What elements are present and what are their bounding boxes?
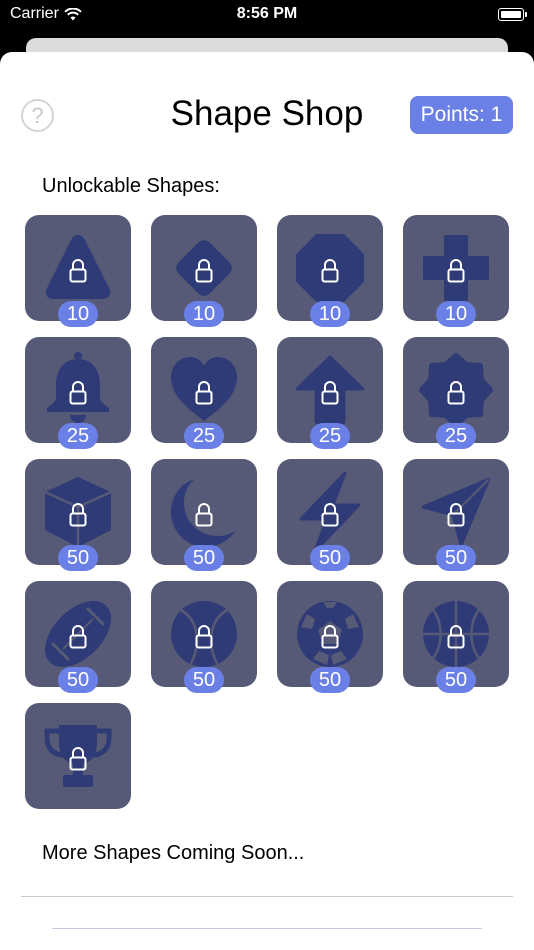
shape-tile-triangle[interactable]: 10: [25, 215, 131, 327]
price-badge: 25: [58, 423, 98, 449]
price-badge: 25: [436, 423, 476, 449]
clock: 8:56 PM: [236, 5, 298, 22]
price-badge: 25: [310, 423, 350, 449]
shape-tile-bell[interactable]: 25: [25, 337, 131, 449]
price-badge: 50: [436, 667, 476, 693]
battery-icon: [498, 8, 527, 21]
lock-icon: [195, 503, 213, 527]
shape-tile-cube[interactable]: 50: [25, 459, 131, 571]
shape-tile-octagon[interactable]: 10: [277, 215, 383, 327]
price-badge: 50: [58, 545, 98, 571]
section-heading: Unlockable Shapes:: [42, 175, 220, 197]
shape-tile-arrow-up[interactable]: 25: [277, 337, 383, 449]
points-badge: Points: 1: [410, 96, 513, 134]
coming-soon-text: More Shapes Coming Soon...: [42, 842, 305, 864]
shape-tile-heart[interactable]: 25: [151, 337, 257, 449]
shape-tile-trophy[interactable]: [25, 703, 131, 809]
status-bar: Carrier 8:56 PM: [0, 0, 534, 30]
shape-tile-soccer-ball[interactable]: 50: [277, 581, 383, 693]
shape-tile-bolt[interactable]: 50: [277, 459, 383, 571]
divider: [52, 928, 482, 929]
price-badge: 50: [58, 667, 98, 693]
price-badge: 50: [310, 667, 350, 693]
shape-tile-moon[interactable]: 50: [151, 459, 257, 571]
shape-grid: 10 10 10 10 25 25 25 25 50 50 50 50 50 5…: [25, 215, 509, 809]
shape-tile-diamond[interactable]: 10: [151, 215, 257, 327]
shape-tile-football[interactable]: 50: [25, 581, 131, 693]
price-badge: 10: [310, 301, 350, 327]
shape-tile-seal[interactable]: 25: [403, 337, 509, 449]
divider: [21, 896, 513, 897]
price-badge: 50: [184, 545, 224, 571]
trophy-icon: [44, 725, 112, 787]
price-badge: 10: [184, 301, 224, 327]
shape-tile-basketball[interactable]: 50: [403, 581, 509, 693]
price-badge: 50: [436, 545, 476, 571]
shape-tile-paperplane[interactable]: 50: [403, 459, 509, 571]
shape-tile-cross[interactable]: 10: [403, 215, 509, 327]
price-badge: 10: [436, 301, 476, 327]
price-badge: 25: [184, 423, 224, 449]
price-badge: 50: [184, 667, 224, 693]
price-badge: 50: [310, 545, 350, 571]
price-badge: 10: [58, 301, 98, 327]
shape-tile-baseball[interactable]: 50: [151, 581, 257, 693]
